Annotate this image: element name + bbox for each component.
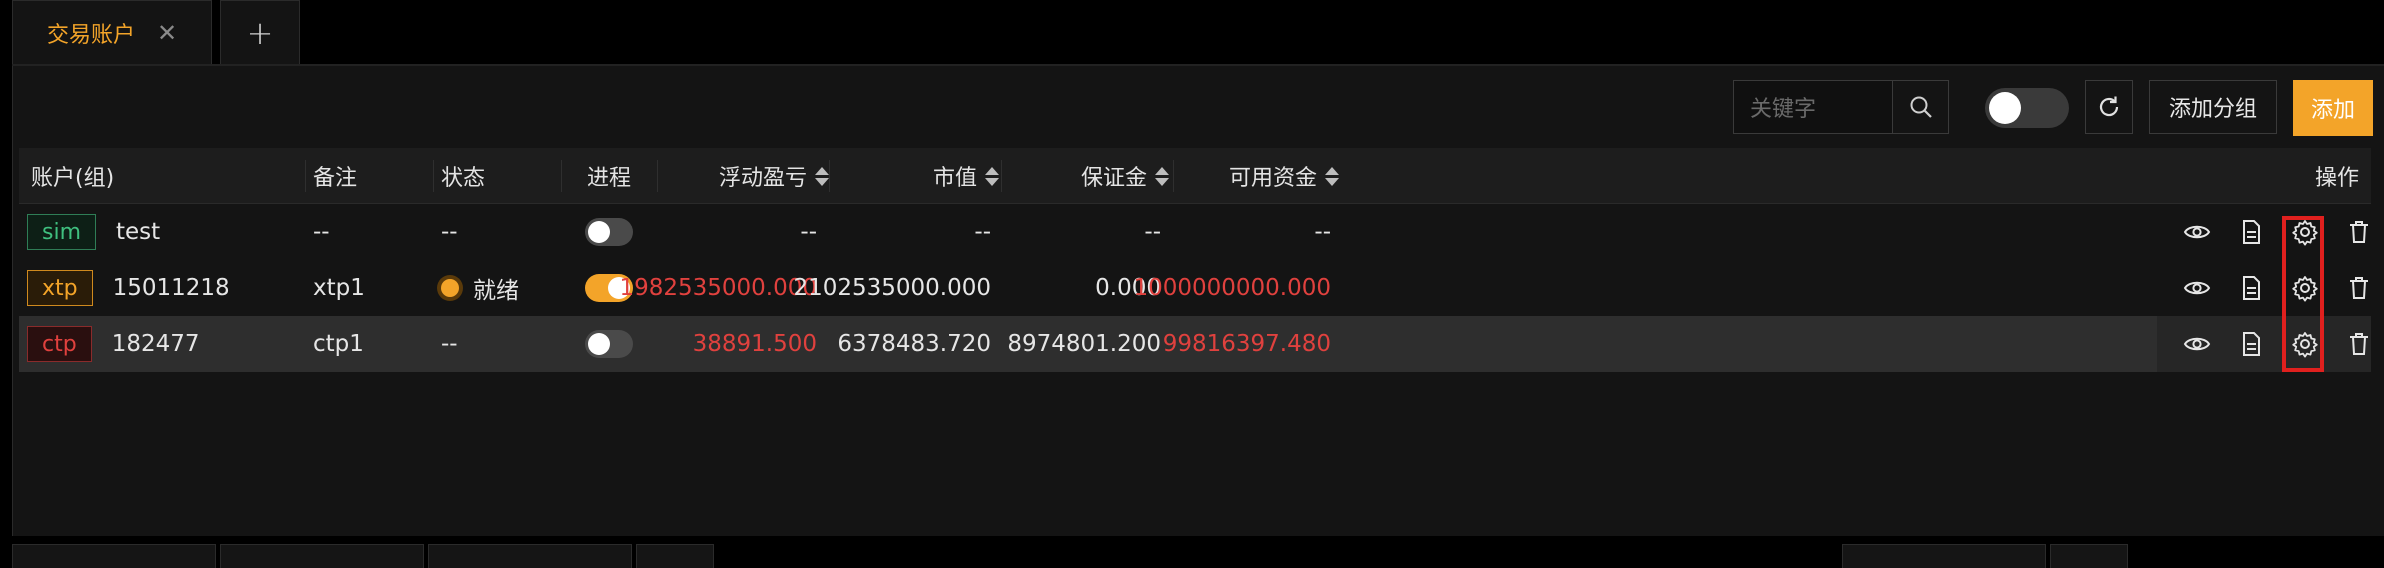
filter-toggle[interactable]: [1985, 88, 2069, 128]
column-divider: [829, 160, 830, 192]
market-value-cell: 6378483.720: [837, 331, 991, 357]
header-margin-label: 保证金: [1080, 166, 1147, 191]
eye-icon[interactable]: [2183, 274, 2211, 302]
add-button[interactable]: 添加: [2293, 80, 2373, 136]
bottom-tab[interactable]: [636, 544, 714, 568]
accounts-panel: 关键字 添加分组 添加 账户(组) 备注 状态 进程 浮动盈亏 市值 保证金 可…: [12, 66, 2384, 536]
market-value-cell: --: [974, 219, 991, 245]
settings-highlight-box: [2282, 216, 2324, 372]
status-ready-icon: [441, 279, 459, 297]
column-divider: [1001, 160, 1002, 192]
status-cell: 就绪: [441, 260, 561, 316]
table-header: 账户(组) 备注 状态 进程 浮动盈亏 市值 保证金 可用资金 操作: [19, 148, 2371, 204]
search-button[interactable]: [1893, 80, 1949, 134]
header-market-value[interactable]: 市值: [839, 148, 999, 204]
close-icon[interactable]: ✕: [157, 21, 177, 45]
column-divider: [433, 160, 434, 192]
process-cell: [561, 204, 657, 260]
header-market-value-label: 市值: [932, 166, 977, 191]
header-float-pnl-label: 浮动盈亏: [718, 166, 807, 191]
document-icon[interactable]: [2237, 274, 2265, 302]
process-toggle[interactable]: [585, 218, 633, 246]
toggle-knob: [1989, 92, 2021, 124]
available-cell: --: [1314, 219, 1331, 245]
header-actions: 操作: [2314, 166, 2359, 191]
margin-cell: 8974801.200: [1007, 331, 1161, 357]
account-id: 182477: [111, 331, 200, 357]
status-label: 就绪: [473, 278, 519, 304]
sort-icon[interactable]: [1155, 166, 1169, 186]
table-row[interactable]: ctp 182477 ctp1 -- 38891.500 6378483.720…: [19, 316, 2371, 372]
search-placeholder: 关键字: [1750, 97, 1817, 122]
eye-icon[interactable]: [2183, 218, 2211, 246]
header-process: 进程: [586, 166, 631, 191]
header-available-label: 可用资金: [1228, 166, 1317, 191]
search-icon: [1910, 96, 1932, 118]
tab-trading-accounts[interactable]: 交易账户 ✕: [12, 0, 212, 64]
account-cell: ctp 182477: [27, 316, 307, 372]
account-cell: sim test: [27, 204, 307, 260]
header-float-pnl[interactable]: 浮动盈亏: [669, 148, 829, 204]
trash-icon[interactable]: [2345, 274, 2373, 302]
trash-icon[interactable]: [2345, 330, 2373, 358]
status-cell: --: [441, 331, 458, 357]
account-type-badge: sim: [27, 214, 97, 250]
add-tab-button[interactable]: +: [220, 0, 300, 64]
tab-label: 交易账户: [47, 22, 136, 48]
float-pnl-cell: --: [800, 219, 817, 245]
remark-cell: xtp1: [313, 275, 365, 301]
available-cell: 99816397.480: [1162, 331, 1331, 357]
column-divider: [1173, 160, 1174, 192]
document-icon[interactable]: [2237, 218, 2265, 246]
account-type-badge: ctp: [27, 326, 92, 362]
account-id: 15011218: [112, 275, 230, 301]
header-available[interactable]: 可用资金: [1179, 148, 1339, 204]
column-divider: [305, 160, 306, 192]
header-status: 状态: [441, 166, 486, 191]
table-row[interactable]: sim test -- -- -- -- -- --: [19, 204, 2371, 260]
table-row[interactable]: xtp 15011218 xtp1 就绪 1982535000.000 2102…: [19, 260, 2371, 316]
remark-cell: --: [313, 219, 330, 245]
add-group-button[interactable]: 添加分组: [2149, 80, 2277, 134]
search-input[interactable]: 关键字: [1733, 80, 1893, 134]
bottom-tab[interactable]: [1842, 544, 2046, 568]
refresh-button[interactable]: [2085, 80, 2133, 134]
trash-icon[interactable]: [2345, 218, 2373, 246]
available-cell: 1000000000.000: [1133, 275, 1331, 301]
account-id: test: [116, 219, 161, 245]
status-cell: --: [441, 219, 458, 245]
sort-icon[interactable]: [985, 166, 999, 186]
process-cell: [561, 316, 657, 372]
refresh-icon: [2099, 96, 2119, 117]
bottom-tab[interactable]: [2050, 544, 2128, 568]
header-remark: 备注: [313, 166, 358, 191]
header-account: 账户(组): [31, 166, 115, 191]
eye-icon[interactable]: [2183, 330, 2211, 358]
column-divider: [657, 160, 658, 192]
account-cell: xtp 15011218: [27, 260, 307, 316]
tab-strip: 交易账户 ✕ +: [0, 0, 2384, 66]
document-icon[interactable]: [2237, 330, 2265, 358]
sort-icon[interactable]: [815, 166, 829, 186]
header-margin[interactable]: 保证金: [1009, 148, 1169, 204]
margin-cell: --: [1144, 219, 1161, 245]
market-value-cell: 2102535000.000: [793, 275, 991, 301]
bottom-tab-strip: [0, 536, 2384, 568]
bottom-tab[interactable]: [220, 544, 424, 568]
remark-cell: ctp1: [313, 331, 364, 357]
bottom-tab[interactable]: [12, 544, 216, 568]
bottom-tab[interactable]: [428, 544, 632, 568]
process-toggle[interactable]: [585, 330, 633, 358]
sort-icon[interactable]: [1325, 166, 1339, 186]
account-type-badge: xtp: [27, 270, 93, 306]
float-pnl-cell: 38891.500: [692, 331, 817, 357]
